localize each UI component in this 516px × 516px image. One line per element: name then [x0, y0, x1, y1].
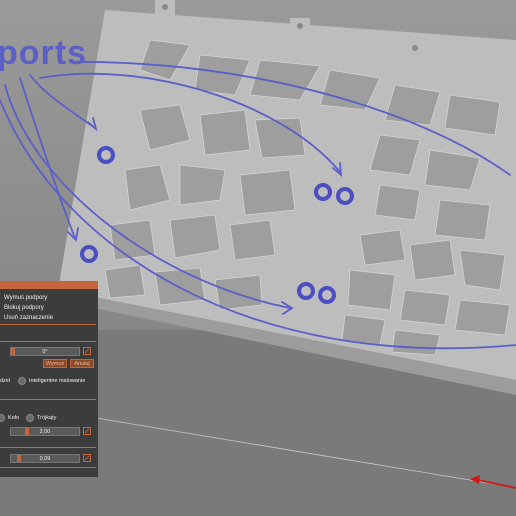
- menu-enforce-supports[interactable]: Wymuś podpory: [4, 295, 47, 301]
- smart-paint-radio[interactable]: [18, 377, 26, 385]
- separator: [0, 324, 96, 325]
- brush-size-value: 2,00: [39, 429, 51, 435]
- apply-button[interactable]: Wymuś: [43, 359, 67, 368]
- menu-clear-selection[interactable]: Usuń zaznaczenie: [4, 315, 53, 321]
- menu-block-supports[interactable]: Blokuj podpory: [4, 305, 44, 311]
- cancel-button[interactable]: Anuluj: [70, 359, 94, 368]
- edit-icon[interactable]: [83, 454, 91, 462]
- slider-knob[interactable]: [25, 428, 29, 435]
- support-paint-panel: Wymuś podpory Blokuj podpory Usuń zaznac…: [0, 281, 98, 477]
- height-slider[interactable]: 0,09: [10, 454, 80, 463]
- brush-size-slider[interactable]: 2,00: [10, 427, 80, 436]
- separator: [0, 447, 96, 448]
- annotation-label: ports: [0, 34, 87, 72]
- edit-icon[interactable]: [83, 347, 91, 355]
- separator: [0, 399, 96, 400]
- separator: [0, 467, 96, 468]
- angle-slider[interactable]: 0°: [10, 347, 80, 356]
- slider-knob[interactable]: [17, 455, 21, 462]
- triangle-label: Trójkąty: [37, 415, 57, 421]
- edit-icon[interactable]: [83, 427, 91, 435]
- smart-paint-label: Inteligentne malowanie: [29, 378, 86, 384]
- select-label: dzel: [0, 378, 11, 384]
- triangle-radio[interactable]: [26, 414, 34, 422]
- circle-radio[interactable]: [0, 414, 5, 422]
- separator: [0, 341, 96, 342]
- circle-label: Koło: [8, 415, 20, 421]
- height-value: 0,09: [39, 456, 51, 462]
- slider-knob[interactable]: [11, 348, 15, 355]
- angle-value: 0°: [42, 349, 48, 355]
